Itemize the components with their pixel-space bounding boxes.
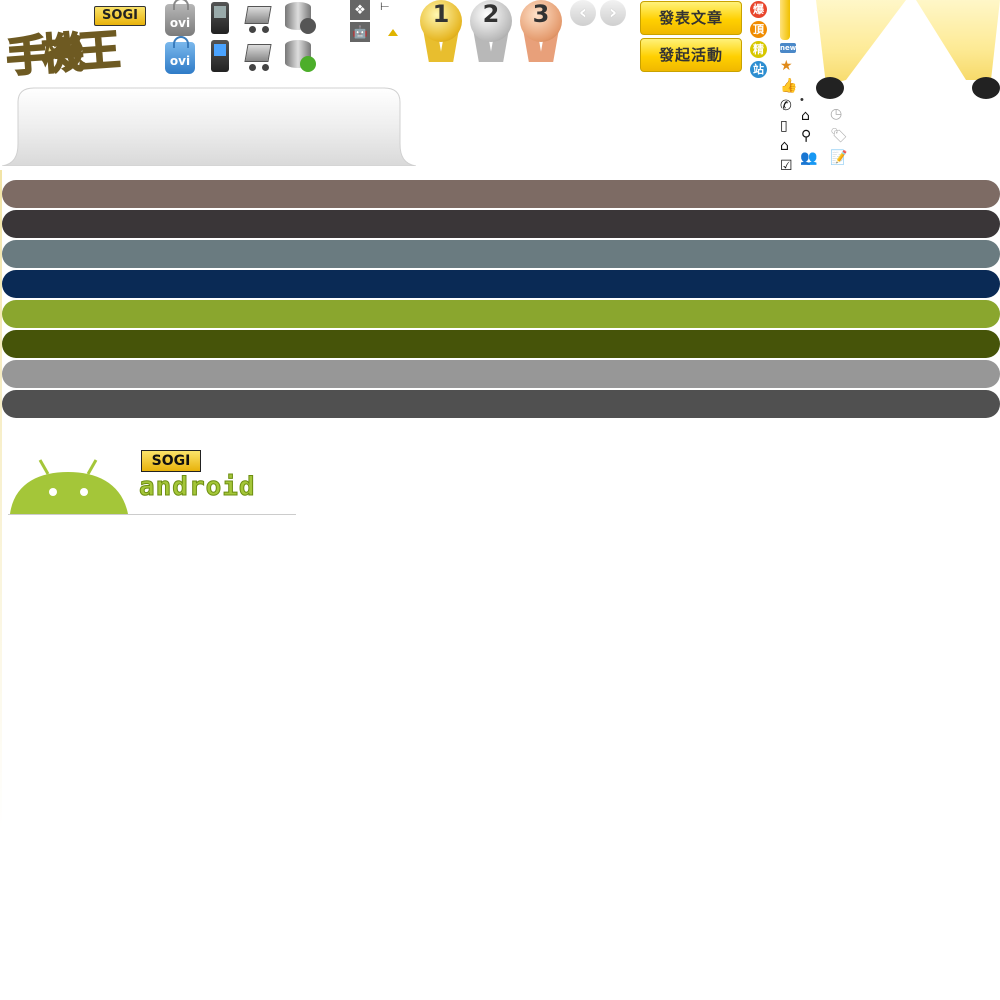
ovi-store-grey-icon[interactable]: ovi (165, 0, 195, 36)
hot-badge: 爆 (750, 1, 767, 18)
star-icon: ★ (780, 58, 793, 74)
home-icon: ⌂ (780, 138, 789, 154)
content-tab-box (2, 87, 416, 166)
color-stripe-8 (2, 390, 1000, 418)
users-icon: 👥 (800, 150, 818, 166)
thumbs-up-icon: 👍 (780, 78, 798, 94)
cart-blue-icon[interactable] (244, 38, 274, 72)
bronze-medal-icon[interactable]: 3 (518, 0, 564, 64)
clock-icon: ◷ (830, 106, 843, 122)
windows-icon[interactable]: ❖ (350, 0, 370, 20)
medal-number: 1 (420, 0, 462, 42)
new-icon: new (780, 43, 797, 53)
color-stripe-5 (2, 300, 1000, 328)
color-stripe-4 (2, 270, 1000, 298)
sogi-android-logo[interactable]: SOGI android (8, 444, 298, 516)
left-edge-accent (0, 170, 2, 830)
color-stripe-2 (2, 210, 1000, 238)
color-stripe-7 (2, 360, 1000, 388)
android-banner-badge: SOGI (141, 450, 201, 472)
site-logo[interactable]: SOGI 手機王 (4, 4, 146, 84)
logo-text: 手機王 (4, 24, 117, 82)
medal-number: 3 (520, 0, 562, 42)
medal-number: 2 (470, 0, 512, 42)
cart-grey-icon[interactable] (244, 0, 274, 34)
phone-grey-icon[interactable] (211, 2, 229, 34)
android-small-icon[interactable]: 🤖 (350, 22, 370, 42)
database-add-icon[interactable] (285, 40, 316, 72)
ovi-store-blue-icon[interactable]: ovi (165, 36, 195, 74)
post-article-button[interactable]: 發表文章 (640, 1, 742, 35)
next-arrow-button[interactable]: › (600, 0, 626, 26)
tree-icon: ⊢ (380, 1, 390, 13)
edit-note-icon: 📝 (830, 150, 848, 166)
map-pin-icon: ⚲ (801, 128, 812, 144)
android-robot-icon (10, 459, 128, 514)
phone-blue-icon[interactable] (211, 40, 229, 72)
silver-medal-icon[interactable]: 2 (468, 0, 514, 64)
color-stripe-3 (2, 240, 1000, 268)
prev-arrow-button[interactable]: ‹ (570, 0, 596, 26)
dot-icon: • (800, 94, 804, 106)
lamp-bar (780, 0, 790, 40)
android-banner-word: android (139, 472, 256, 503)
home-small-icon: ⌂ (801, 108, 810, 124)
featured-badge: 精 (750, 41, 767, 58)
color-stripe-6 (2, 330, 1000, 358)
database-download-icon[interactable] (285, 2, 316, 34)
site-badge: 站 (750, 61, 767, 78)
spotlight-image (816, 0, 1000, 99)
color-stripe-1 (2, 180, 1000, 208)
tags-icon: 🏷 (830, 128, 848, 144)
top-badge: 頂 (750, 21, 767, 38)
phone-call-icon: ✆ (780, 98, 792, 114)
checkbox-icon: ☑ (780, 158, 793, 174)
start-event-button[interactable]: 發起活動 (640, 38, 742, 72)
gold-medal-icon[interactable]: 1 (418, 0, 464, 64)
warning-triangle-icon (388, 29, 398, 36)
mobile-icon: ▯ (780, 118, 788, 134)
banner-underline (8, 514, 296, 515)
